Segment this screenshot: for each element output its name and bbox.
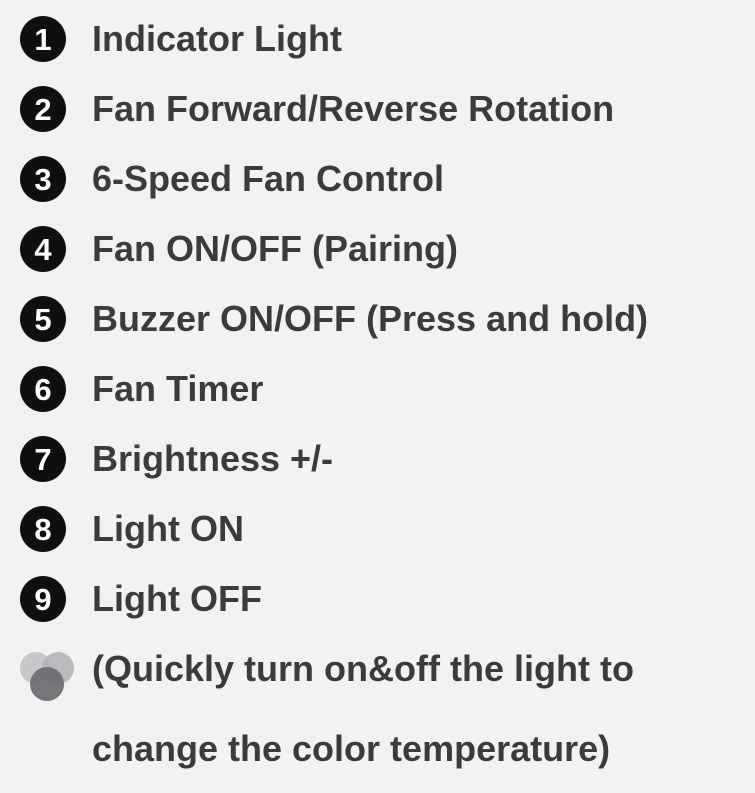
legend-label-light-on: Light ON bbox=[92, 508, 244, 549]
color-temperature-note: (Quickly turn on&off the light to change… bbox=[0, 640, 755, 769]
color-temperature-icon bbox=[20, 652, 74, 701]
number-badge-9: 9 bbox=[20, 576, 66, 622]
legend-item: 2 Fan Forward/Reverse Rotation bbox=[0, 80, 755, 136]
legend-item: 7 Brightness +/- bbox=[0, 430, 755, 486]
button-legend: 1 Indicator Light 2 Fan Forward/Reverse … bbox=[0, 0, 755, 793]
legend-label-indicator-light: Indicator Light bbox=[92, 18, 342, 59]
number-badge-8: 8 bbox=[20, 506, 66, 552]
number-badge-4: 4 bbox=[20, 226, 66, 272]
number-badge-7: 7 bbox=[20, 436, 66, 482]
legend-item: 9 Light OFF bbox=[0, 570, 755, 626]
legend-label-fan-timer: Fan Timer bbox=[92, 368, 264, 409]
number-badge-5: 5 bbox=[20, 296, 66, 342]
number-badge-2: 2 bbox=[20, 86, 66, 132]
legend-label-fan-power: Fan ON/OFF (Pairing) bbox=[92, 228, 458, 269]
number-badge-6: 6 bbox=[20, 366, 66, 412]
legend-item: 3 6-Speed Fan Control bbox=[0, 150, 755, 206]
legend-label-buzzer: Buzzer ON/OFF (Press and hold) bbox=[92, 298, 649, 339]
legend-item: 8 Light ON bbox=[0, 500, 755, 556]
legend-item: 1 Indicator Light bbox=[0, 10, 755, 66]
note-line-2: change the color temperature) bbox=[92, 728, 611, 769]
legend-item: 6 Fan Timer bbox=[0, 360, 755, 416]
legend-label-brightness: Brightness +/- bbox=[92, 438, 334, 479]
note-line-1: (Quickly turn on&off the light to bbox=[92, 648, 634, 689]
legend-label-fan-speed: 6-Speed Fan Control bbox=[92, 158, 445, 199]
legend-item: 4 Fan ON/OFF (Pairing) bbox=[0, 220, 755, 276]
number-badge-1: 1 bbox=[20, 16, 66, 62]
legend-item: 5 Buzzer ON/OFF (Press and hold) bbox=[0, 290, 755, 346]
legend-label-fan-direction: Fan Forward/Reverse Rotation bbox=[92, 88, 615, 129]
number-badge-3: 3 bbox=[20, 156, 66, 202]
legend-label-light-off: Light OFF bbox=[92, 578, 262, 619]
